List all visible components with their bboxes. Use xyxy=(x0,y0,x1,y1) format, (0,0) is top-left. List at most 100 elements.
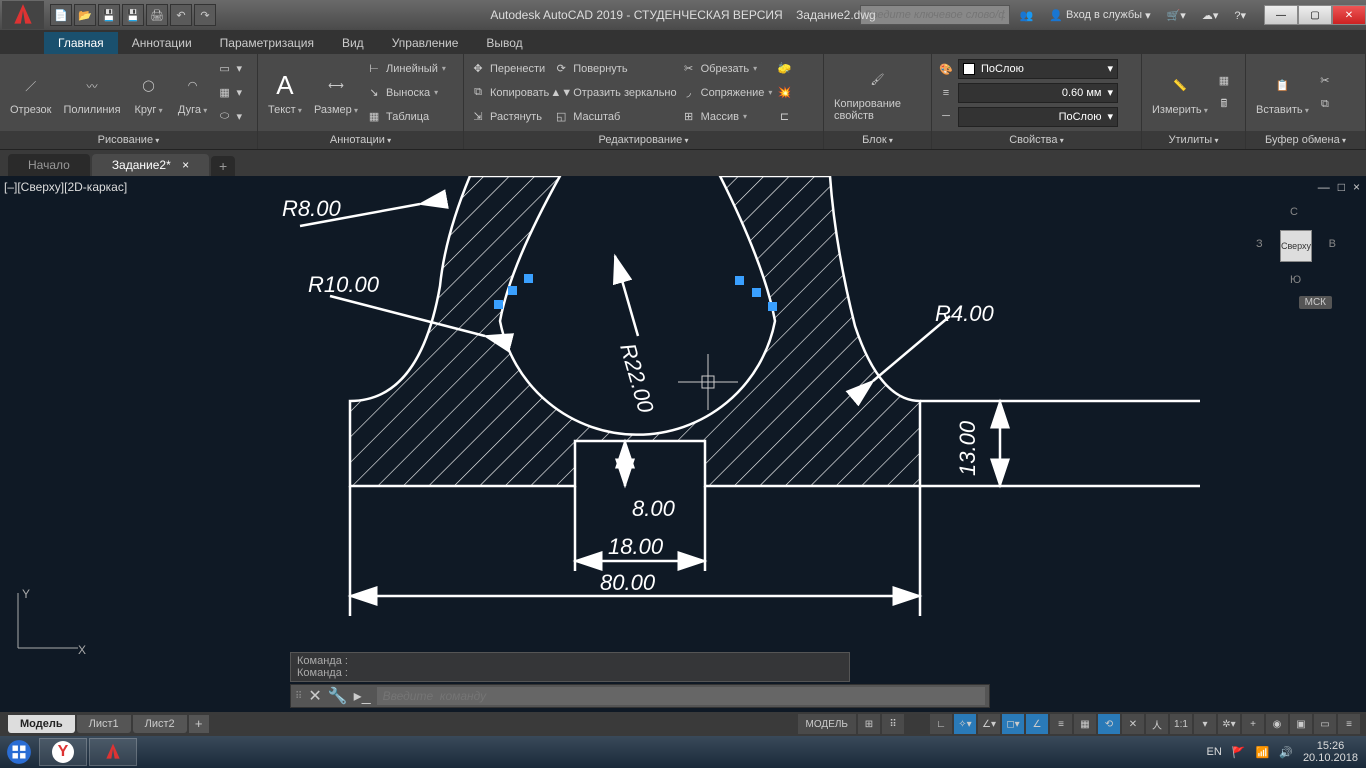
tab-view[interactable]: Вид xyxy=(328,32,378,54)
circle-button[interactable]: ◯Круг xyxy=(129,68,169,118)
linear-dim-button[interactable]: ⊢Линейный xyxy=(366,58,446,80)
qat-new-icon[interactable]: 📄 xyxy=(50,4,72,26)
otrack-toggle[interactable]: ∠ xyxy=(1026,714,1048,734)
linetype-dropdown[interactable]: ПоСлою▾ xyxy=(958,107,1118,127)
3dosnap-toggle[interactable]: ✕ xyxy=(1122,714,1144,734)
matchprops-button[interactable]: 🖌Копирование свойств xyxy=(830,62,925,124)
stayconnected-icon[interactable]: ☁▾ xyxy=(1196,4,1225,26)
taskbar-app-autocad[interactable] xyxy=(89,738,137,766)
hatch-button[interactable]: ▦▾ xyxy=(217,82,243,104)
tray-clock[interactable]: 15:26 20.10.2018 xyxy=(1303,740,1358,764)
panel-utils-title[interactable]: Утилиты xyxy=(1142,131,1245,149)
panel-modify-title[interactable]: Редактирование xyxy=(464,131,823,149)
erase-button[interactable]: 🧽 xyxy=(776,58,792,80)
mirror-button[interactable]: ▲▼Отразить зеркально xyxy=(553,82,676,104)
leader-button[interactable]: ↘Выноска xyxy=(366,82,446,104)
viewcube-face[interactable]: Сверху xyxy=(1280,230,1312,262)
tray-network-icon[interactable]: 📶 xyxy=(1256,746,1270,759)
text-button[interactable]: AТекст xyxy=(264,68,306,118)
quickcalc-button[interactable]: 🖩 xyxy=(1216,94,1232,116)
layout-sheet2[interactable]: Лист2 xyxy=(133,715,187,733)
tab-manage[interactable]: Управление xyxy=(378,32,473,54)
hardware-accel-toggle[interactable]: ◉ xyxy=(1266,714,1288,734)
workspace-button[interactable]: ✲▾ xyxy=(1218,714,1240,734)
tab-add-button[interactable]: + xyxy=(211,156,235,176)
viewcube[interactable]: С Ю З В Сверху xyxy=(1256,206,1336,286)
panel-clip-title[interactable]: Буфер обмена xyxy=(1246,131,1365,149)
modelspace-toggle[interactable]: МОДЕЛЬ xyxy=(798,714,856,734)
annoscale-dd[interactable]: ▾ xyxy=(1194,714,1216,734)
cmdline-close-icon[interactable]: ✕ xyxy=(308,686,321,706)
cmdline-grip-icon[interactable]: ⠿ xyxy=(295,691,302,702)
tray-volume-icon[interactable]: 🔊 xyxy=(1279,746,1293,759)
transparency-toggle[interactable]: ▦ xyxy=(1074,714,1096,734)
qat-plot-icon[interactable]: 🖨 xyxy=(146,4,168,26)
minimize-button[interactable]: — xyxy=(1264,5,1298,25)
line-button[interactable]: ／Отрезок xyxy=(6,68,55,118)
dimension-button[interactable]: ⟷Размер xyxy=(310,68,362,118)
cut-button[interactable]: ✂ xyxy=(1317,70,1333,92)
move-button[interactable]: ✥Перенести xyxy=(470,58,549,80)
tab-home[interactable]: Главная xyxy=(44,32,118,54)
lineweight-dropdown[interactable]: 0.60 мм▾ xyxy=(958,83,1118,103)
qat-save-icon[interactable]: 💾 xyxy=(98,4,120,26)
maximize-button[interactable]: ▢ xyxy=(1298,5,1332,25)
annoscale-button[interactable]: 1:1 xyxy=(1170,714,1192,734)
infocenter-icon[interactable]: 👥 xyxy=(1014,4,1040,26)
offset-button[interactable]: ⊏ xyxy=(776,106,792,128)
layout-model[interactable]: Модель xyxy=(8,715,75,733)
paste-button[interactable]: 📋Вставить xyxy=(1252,68,1313,118)
command-input[interactable] xyxy=(377,687,985,705)
selectall-button[interactable]: ▦ xyxy=(1216,70,1232,92)
measure-button[interactable]: 📏Измерить xyxy=(1148,68,1212,118)
copyclip-button[interactable]: ⧉ xyxy=(1317,94,1333,116)
fillet-button[interactable]: ◞Сопряжение xyxy=(681,82,773,104)
cmdline-config-icon[interactable]: 🔧 xyxy=(328,686,348,706)
color-dropdown[interactable]: ПоСлою▾ xyxy=(958,59,1118,79)
stretch-button[interactable]: ⇲Растянуть xyxy=(470,106,549,128)
cleanscreen-toggle[interactable]: ▭ xyxy=(1314,714,1336,734)
viewcube-s[interactable]: Ю xyxy=(1290,274,1301,286)
qat-redo-icon[interactable]: ↷ xyxy=(194,4,216,26)
tray-lang[interactable]: EN xyxy=(1207,746,1222,758)
polar-toggle[interactable]: ✧▾ xyxy=(954,714,976,734)
layout-add-button[interactable]: + xyxy=(189,715,209,733)
qat-saveas-icon[interactable]: 💾 xyxy=(122,4,144,26)
lt-control[interactable]: ─ xyxy=(938,105,954,127)
ellipse-button[interactable]: ⬭▾ xyxy=(217,106,243,128)
tab-current-file[interactable]: Задание2* × xyxy=(92,154,209,176)
exchange-icon[interactable]: 🛒▾ xyxy=(1161,4,1192,26)
tab-start[interactable]: Начало xyxy=(8,154,90,176)
table-button[interactable]: ▦Таблица xyxy=(366,106,446,128)
lwdisplay-toggle[interactable]: ≡ xyxy=(1050,714,1072,734)
color-control[interactable]: 🎨 xyxy=(938,59,954,81)
viewcube-n[interactable]: С xyxy=(1290,206,1298,218)
rotate-button[interactable]: ⟳Повернуть xyxy=(553,58,676,80)
help-icon[interactable]: ?▾ xyxy=(1228,4,1252,26)
ortho-toggle[interactable]: ∟ xyxy=(930,714,952,734)
drawing-area[interactable]: [–][Сверху][2D-каркас] — □ × xyxy=(0,176,1366,708)
arc-button[interactable]: ◠Дуга xyxy=(173,68,213,118)
viewcube-e[interactable]: В xyxy=(1329,238,1336,250)
panel-draw-title[interactable]: Рисование xyxy=(0,131,257,149)
snap-toggle[interactable]: ⠿ xyxy=(882,714,904,734)
grid-toggle[interactable]: ⊞ xyxy=(858,714,880,734)
polyline-button[interactable]: 〰Полилиния xyxy=(59,68,124,118)
taskbar-app-yandex[interactable]: Y xyxy=(39,738,87,766)
scale-button[interactable]: ◱Масштаб xyxy=(553,106,676,128)
app-menu-button[interactable] xyxy=(2,1,44,29)
start-button[interactable] xyxy=(0,736,38,768)
trim-button[interactable]: ✂Обрезать xyxy=(681,58,773,80)
isolate-button[interactable]: ▣ xyxy=(1290,714,1312,734)
tab-close-icon[interactable]: × xyxy=(182,158,189,172)
tab-annotate[interactable]: Аннотации xyxy=(118,32,206,54)
viewcube-w[interactable]: З xyxy=(1256,238,1263,250)
osnap-toggle[interactable]: ◻▾ xyxy=(1002,714,1024,734)
explode-button[interactable]: 💥 xyxy=(776,82,792,104)
selection-cycling-toggle[interactable]: ⟲ xyxy=(1098,714,1120,734)
signin-button[interactable]: 👤 Вход в службы ▾ xyxy=(1043,4,1156,26)
rectangle-button[interactable]: ▭▾ xyxy=(217,58,243,80)
isodraft-toggle[interactable]: ∠▾ xyxy=(978,714,1000,734)
panel-annot-title[interactable]: Аннотации xyxy=(258,131,463,149)
qat-open-icon[interactable]: 📂 xyxy=(74,4,96,26)
